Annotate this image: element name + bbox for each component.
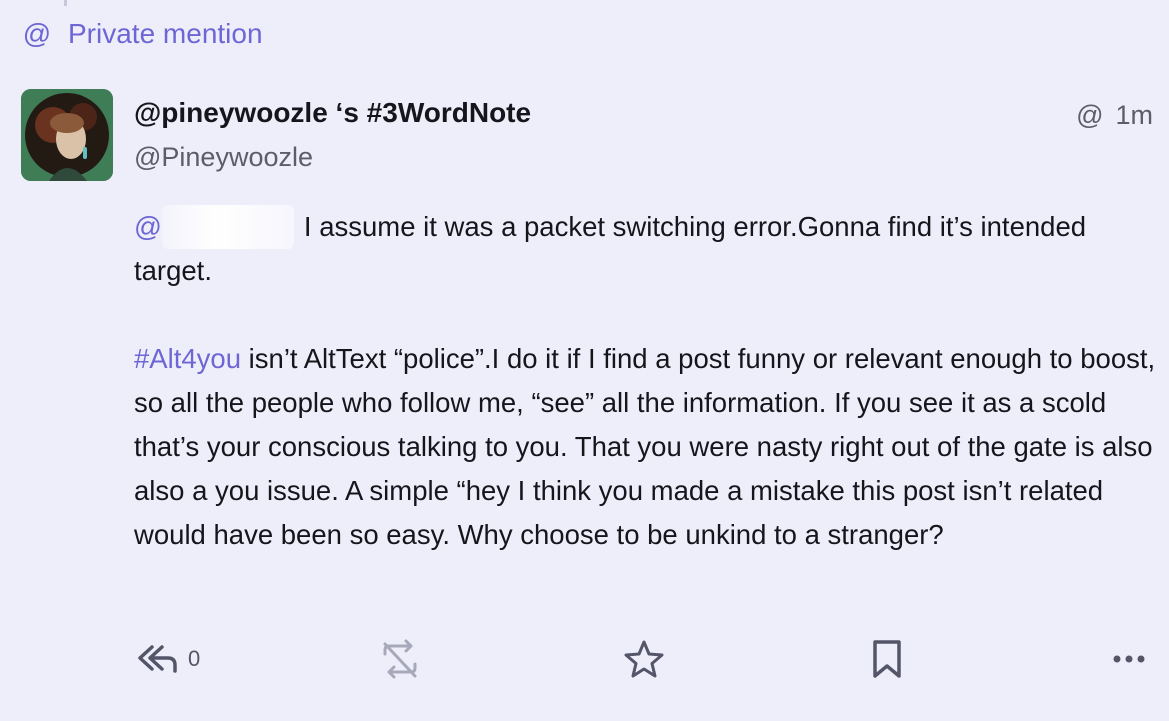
display-name[interactable]: @pineywoozle ‘s #3WordNote (134, 95, 531, 131)
notification-page: @ Private mention @pineywoozle ‘s #3Word… (0, 0, 1169, 721)
favourite-button[interactable] (623, 636, 665, 682)
redacted-username (161, 205, 294, 249)
favourite-star-icon (623, 638, 665, 680)
reply-count: 0 (188, 646, 201, 671)
bookmark-button[interactable] (869, 636, 905, 682)
paragraph-text: isn’t AltText “police”.I do it if I find… (134, 343, 1156, 550)
status-author[interactable]: @pineywoozle ‘s #3WordNote @Pineywoozle (134, 95, 531, 175)
at-icon: @ (22, 18, 52, 49)
paragraph: @ I assume it was a packet switching erro… (134, 205, 1159, 293)
paragraph: #Alt4you isn’t AltText “police”.I do it … (134, 337, 1159, 557)
timestamp[interactable]: 1m (1115, 100, 1153, 131)
mention-link[interactable]: @ (134, 205, 304, 249)
at-icon: @ (1076, 100, 1104, 130)
boost-disabled-icon (379, 638, 421, 680)
thread-line (64, 0, 67, 6)
account-handle[interactable]: @Pineywoozle (134, 139, 531, 175)
notification-label: Private mention (68, 18, 263, 49)
notification-header: @ Private mention (22, 18, 263, 50)
status-content: @ I assume it was a packet switching erro… (134, 205, 1159, 601)
more-icon (1110, 649, 1150, 669)
status-meta: @ 1m (1076, 100, 1153, 131)
avatar[interactable] (21, 89, 113, 181)
boost-button[interactable] (379, 636, 421, 682)
avatar-image (21, 89, 113, 181)
action-bar: 0 (134, 636, 1154, 682)
more-button[interactable] (1110, 636, 1150, 682)
mention-prefix: @ (134, 211, 162, 242)
hashtag-link[interactable]: #Alt4you (134, 343, 241, 374)
reply-button[interactable]: 0 (134, 636, 200, 682)
reply-all-icon (134, 641, 178, 677)
bookmark-icon (869, 638, 905, 680)
